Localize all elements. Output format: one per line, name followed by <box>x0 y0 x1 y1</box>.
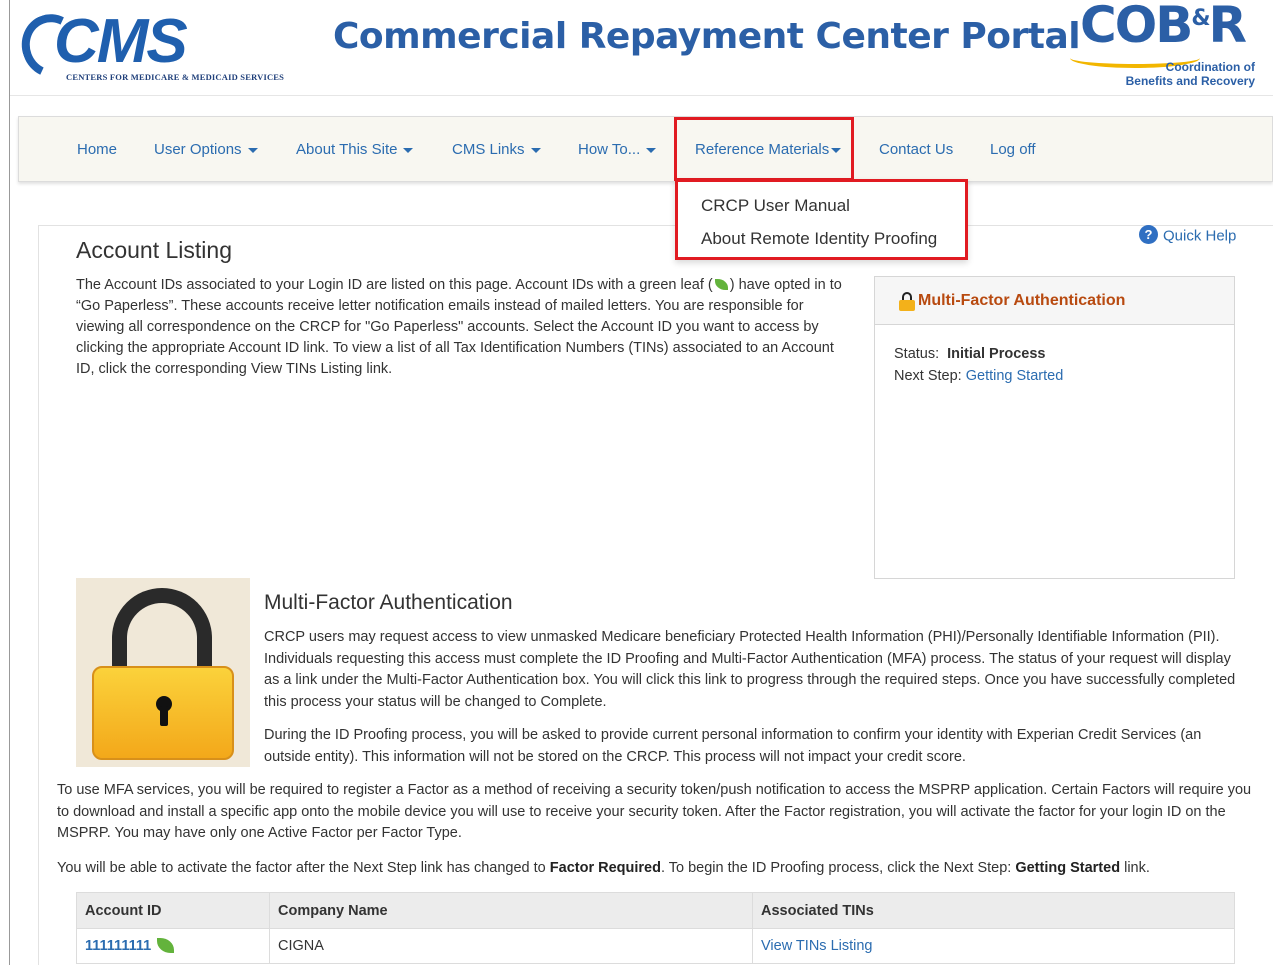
table-header-row: Account ID Company Name Associated TINs <box>76 892 1235 929</box>
green-leaf-icon <box>157 937 175 953</box>
nav-cms-links[interactable]: CMS Links <box>452 141 541 158</box>
mfa-paragraph-1: CRCP users may request access to view un… <box>264 629 1236 710</box>
nav-reference-materials[interactable]: Reference Materials <box>695 141 842 158</box>
view-tins-listing-link[interactable]: View TINs Listing <box>761 938 872 954</box>
account-id-link[interactable]: 111111111 <box>85 938 151 954</box>
column-header-company-name: Company Name <box>269 892 753 929</box>
mfa-paragraph-3: To use MFA services, you will be require… <box>57 782 1252 841</box>
chevron-down-icon <box>646 147 657 153</box>
account-table: Account ID Company Name Associated TINs … <box>76 892 1235 964</box>
cms-logo-text: CMS <box>54 7 188 76</box>
chevron-down-icon <box>530 147 541 153</box>
nav-log-off[interactable]: Log off <box>990 141 1036 158</box>
chevron-down-icon <box>247 147 258 153</box>
getting-started-link[interactable]: Getting Started <box>966 368 1064 384</box>
site-header: CMS CENTERS FOR MEDICARE & MEDICAID SERV… <box>10 0 1273 96</box>
cobr-logo[interactable]: COB&R Coordination of Benefits and Recov… <box>1070 0 1270 92</box>
chevron-down-icon <box>831 147 842 153</box>
intro-paragraph: The Account IDs associated to your Login… <box>76 277 842 377</box>
page-title: Account Listing <box>76 237 232 263</box>
nav-how-to[interactable]: How To... <box>578 141 657 158</box>
padlock-illustration <box>76 578 250 767</box>
portal-title: Commercial Repayment Center Portal <box>333 16 1081 57</box>
account-id-cell: 111111111 <box>76 928 270 964</box>
mfa-status-box: Multi-Factor Authentication Status: Initi… <box>874 276 1235 579</box>
nav-about-this-site[interactable]: About This Site <box>296 141 414 158</box>
tins-cell: View TINs Listing <box>752 928 1235 964</box>
nav-user-options[interactable]: User Options <box>154 141 258 158</box>
lock-icon <box>899 292 915 312</box>
mfa-status-value: Initial Process <box>947 346 1046 362</box>
dropdown-item-about-remote-identity-proofing[interactable]: About Remote Identity Proofing <box>701 229 937 249</box>
cms-logo-subtitle: CENTERS FOR MEDICARE & MEDICAID SERVICES <box>66 72 285 82</box>
cobr-logo-text: COB&R <box>1080 0 1247 54</box>
company-name-cell: CIGNA <box>269 928 753 964</box>
quick-help-link[interactable]: ? Quick Help <box>1139 225 1236 246</box>
green-leaf-icon <box>714 278 728 290</box>
mfa-box-header: Multi-Factor Authentication <box>875 277 1234 325</box>
cobr-subtitle-line2: Benefits and Recovery <box>1125 74 1255 88</box>
column-header-associated-tins: Associated TINs <box>752 892 1235 929</box>
table-row: 111111111 CIGNA View TINs Listing <box>76 928 1235 964</box>
column-header-account-id: Account ID <box>76 892 270 929</box>
mfa-paragraph-4: You will be able to activate the factor … <box>57 860 1150 876</box>
cms-logo[interactable]: CMS CENTERS FOR MEDICARE & MEDICAID SERV… <box>12 5 292 88</box>
mfa-section-heading: Multi-Factor Authentication <box>264 591 513 614</box>
dropdown-item-crcp-user-manual[interactable]: CRCP User Manual <box>701 196 850 216</box>
chevron-down-icon <box>403 147 414 153</box>
mfa-box-title: Multi-Factor Authentication <box>918 292 1126 309</box>
nav-home[interactable]: Home <box>77 141 117 158</box>
reference-materials-dropdown: CRCP User Manual About Remote Identity P… <box>675 179 968 260</box>
page-frame-border <box>9 0 10 965</box>
mfa-next-step-line: Next Step: Getting Started <box>894 368 1064 384</box>
cobr-subtitle-line1: Coordination of <box>1165 60 1255 74</box>
help-circle-icon: ? <box>1139 225 1158 244</box>
mfa-status-line: Status: Initial Process <box>894 346 1046 362</box>
nav-contact-us[interactable]: Contact Us <box>879 141 953 158</box>
mfa-paragraph-2: During the ID Proofing process, you will… <box>264 727 1202 765</box>
main-navbar: Home User Options About This Site CMS Li… <box>18 116 1273 182</box>
padlock-icon <box>92 666 234 760</box>
